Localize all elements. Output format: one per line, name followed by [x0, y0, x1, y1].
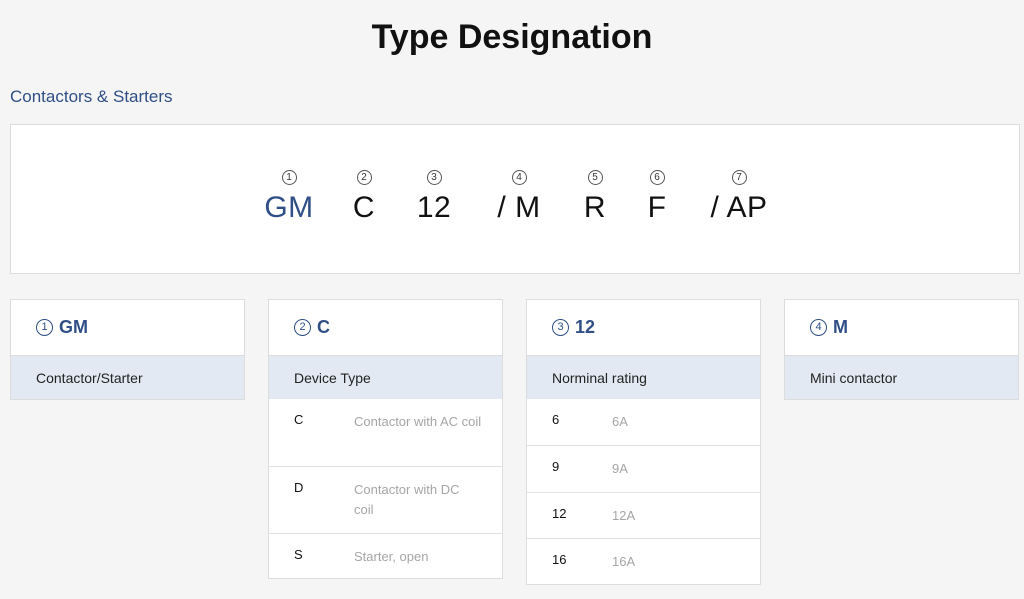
designation-code: F: [647, 191, 667, 224]
card-code: GM: [59, 317, 88, 337]
option-code: 6: [552, 412, 560, 427]
card-subtitle: Mini contactor: [785, 356, 1018, 399]
number-circle-icon: 3: [426, 170, 442, 185]
card-mini-contactor: 4 M Mini contactor: [784, 299, 1019, 400]
option-row: 9 9A: [527, 445, 760, 492]
page-title: Type Designation: [371, 18, 653, 56]
option-desc: 12A: [612, 508, 636, 523]
card-code: 12: [575, 317, 596, 337]
number-circle-icon: 1: [281, 170, 297, 185]
option-row: C Contactor with AC coil: [269, 399, 502, 466]
number-circle-icon: 4: [810, 319, 827, 336]
number-circle-icon: 7: [731, 170, 747, 185]
designation-code: / M: [497, 191, 541, 224]
designation-code: / AP: [710, 191, 768, 224]
number-circle-icon: 5: [587, 170, 603, 185]
option-code: D: [294, 480, 304, 495]
number-circle-icon: 4: [511, 170, 527, 185]
option-code: S: [294, 547, 303, 562]
designation-part-4: 4 / M: [489, 167, 549, 225]
option-code: 16: [552, 552, 567, 567]
option-row: 12 12A: [527, 492, 760, 538]
option-code: 9: [552, 459, 560, 474]
card-code: C: [317, 317, 330, 337]
designation-code: 12: [416, 191, 452, 224]
section-title[interactable]: Contactors & Starters: [10, 87, 173, 107]
option-desc: 6A: [612, 414, 628, 429]
number-circle-icon: 1: [36, 319, 53, 336]
designation-code: C: [352, 191, 376, 224]
designation-part-1: 1 GM: [259, 167, 319, 225]
option-desc: Starter, open: [354, 549, 429, 564]
card-subtitle: Contactor/Starter: [11, 356, 244, 399]
card-nominal-rating: 3 12 Norminal rating 6 6A 9 9A 12 12A 16…: [526, 299, 761, 585]
card-subtitle: Norminal rating: [527, 356, 760, 399]
card-gm: 1 GM Contactor/Starter: [10, 299, 245, 400]
designation-part-3: 3 12: [409, 167, 459, 225]
option-row: D Contactor with DC coil: [269, 466, 502, 533]
option-desc: 9A: [612, 461, 628, 476]
number-circle-icon: 3: [552, 319, 569, 336]
card-header: 1 GM: [11, 300, 244, 356]
option-row: 16 16A: [527, 538, 760, 584]
option-row: 6 6A: [527, 399, 760, 445]
option-desc: 16A: [612, 554, 636, 569]
designation-code: GM: [264, 191, 314, 224]
designation-part-5: 5 R: [577, 167, 613, 225]
designation-code: R: [583, 191, 607, 224]
number-circle-icon: 6: [649, 170, 665, 185]
number-circle-icon: 2: [356, 170, 372, 185]
option-desc: Contactor with AC coil: [354, 414, 482, 429]
option-desc: Contactor with DC coil: [354, 482, 460, 517]
card-header: 4 M: [785, 300, 1018, 356]
card-code: M: [833, 317, 848, 337]
card-header: 3 12: [527, 300, 760, 356]
designation-box: 1 GM 2 C 3 12 4 / M 5 R 6 F 7 / AP: [10, 124, 1020, 274]
designation-part-7: 7 / AP: [701, 167, 777, 225]
designation-part-2: 2 C: [341, 167, 387, 225]
card-device-type: 2 C Device Type C Contactor with AC coil…: [268, 299, 503, 579]
option-code: C: [294, 412, 304, 427]
number-circle-icon: 2: [294, 319, 311, 336]
option-row: S Starter, open: [269, 533, 502, 578]
designation-part-6: 6 F: [639, 167, 675, 225]
option-code: 12: [552, 506, 567, 521]
card-header: 2 C: [269, 300, 502, 356]
card-subtitle: Device Type: [269, 356, 502, 399]
